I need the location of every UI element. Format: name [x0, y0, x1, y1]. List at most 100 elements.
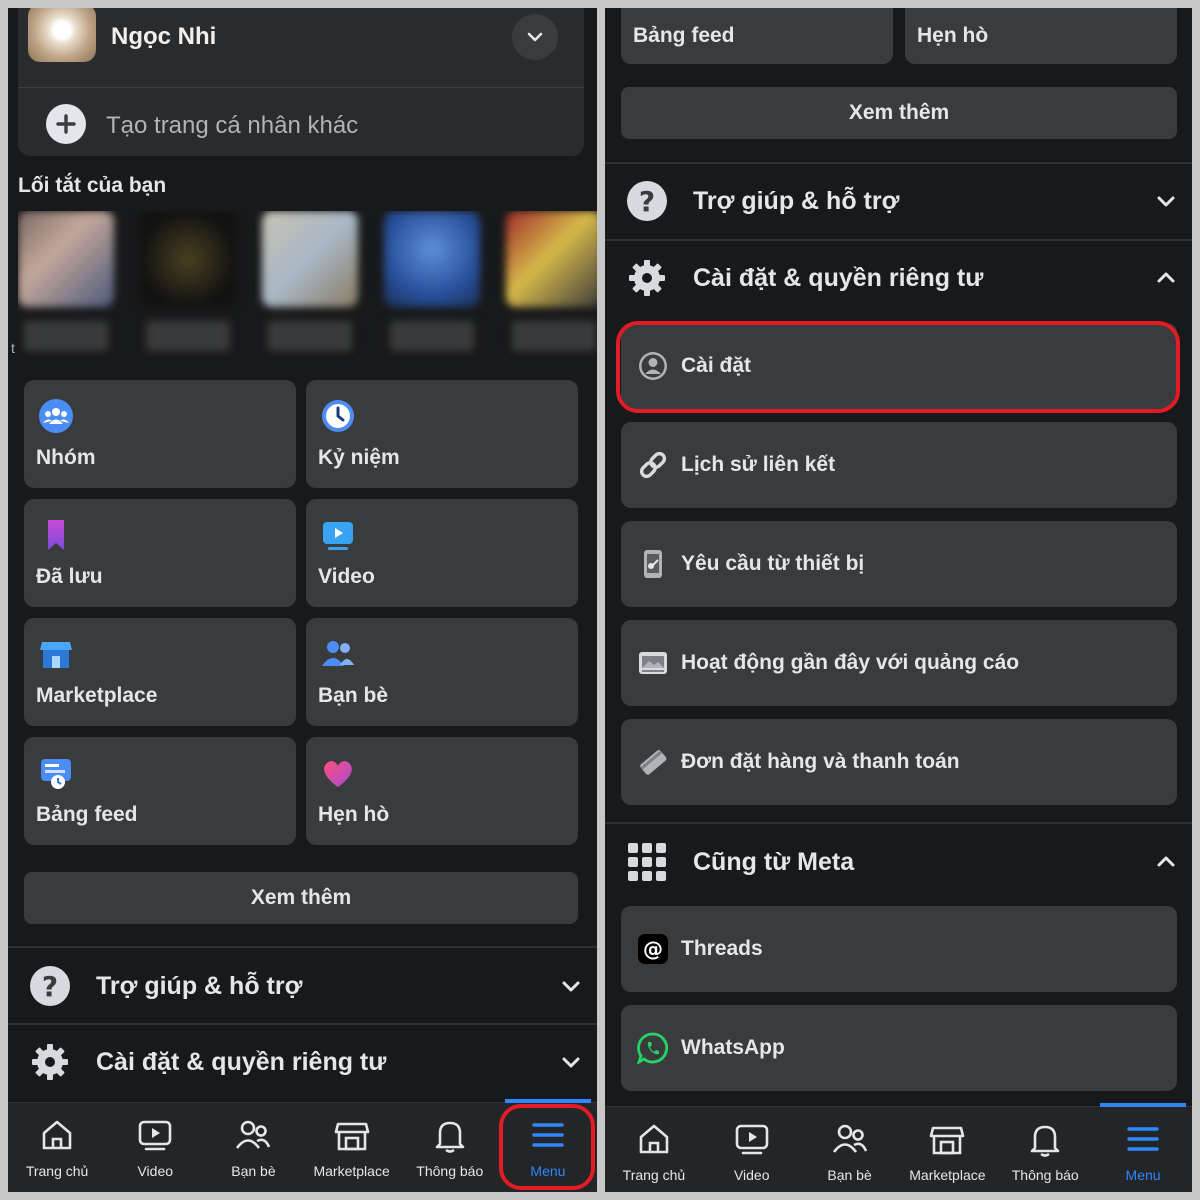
profile-card: Ngọc Nhi Tạo trang cá nhân khác	[18, 8, 584, 156]
menu-hamburger-icon	[1123, 1119, 1163, 1159]
settings-item-label: Lịch sử liên kết	[681, 453, 836, 476]
marketplace-store-icon	[40, 642, 72, 668]
tab-label: Video	[733, 1167, 770, 1183]
tile-video[interactable]: Video	[306, 499, 578, 607]
help-support-row[interactable]: ? Trợ giúp & hỗ trợ	[30, 950, 597, 1022]
tile-label: Marketplace	[36, 684, 158, 707]
bottom-tab-bar: Trang chủ Video Bạn bè Marketplace Thông…	[605, 1103, 1192, 1192]
marketplace-tab-icon	[332, 1115, 372, 1155]
tile-dating[interactable]: Hẹn hò	[306, 737, 578, 845]
shortcuts-title: Lối tắt của bạn	[18, 174, 167, 197]
marketplace-tab-icon	[927, 1119, 967, 1159]
tile-label: Nhóm	[36, 446, 96, 469]
shortcut-item[interactable]	[140, 211, 236, 361]
settings-privacy-label: Cài đặt & quyền riêng tư	[96, 1047, 387, 1076]
tab-marketplace[interactable]: Marketplace	[898, 1107, 996, 1192]
profile-switch-button[interactable]	[512, 14, 558, 60]
shortcut-item[interactable]	[506, 211, 597, 361]
tab-label: Thông báo	[416, 1163, 484, 1179]
right-menu-screen: Bảng feed Hẹn hò Xem thêm ? Trợ giúp & h…	[605, 8, 1192, 1192]
tile-label: Đã lưu	[36, 565, 103, 588]
settings-privacy-row[interactable]: Cài đặt & quyền riêng tư	[30, 1026, 597, 1098]
bell-icon	[430, 1115, 470, 1155]
profile-name[interactable]: Ngọc Nhi	[111, 23, 216, 51]
ad-activity-icon	[637, 647, 669, 679]
divider	[18, 87, 584, 88]
saved-bookmark-icon	[48, 520, 64, 550]
tile-label: Bảng feed	[36, 803, 138, 826]
tab-home[interactable]: Trang chủ	[8, 1103, 106, 1192]
tab-friends[interactable]: Bạn bè	[204, 1103, 302, 1192]
tile-friends[interactable]: Bạn bè	[306, 618, 578, 726]
tile-marketplace[interactable]: Marketplace	[24, 618, 296, 726]
groups-icon	[39, 399, 73, 433]
chevron-down-icon	[562, 981, 580, 992]
tab-notifications[interactable]: Thông báo	[996, 1107, 1094, 1192]
tile-groups[interactable]: Nhóm	[24, 380, 296, 488]
gear-icon	[627, 258, 667, 298]
help-support-label: Trợ giúp & hỗ trợ	[693, 186, 900, 215]
tab-label: Thông báo	[1011, 1167, 1079, 1183]
bell-icon	[1025, 1119, 1065, 1159]
shortcuts-row	[18, 211, 597, 361]
tile-feeds[interactable]: Bảng feed	[24, 737, 296, 845]
apps-grid-icon	[627, 842, 667, 882]
settings-item-ad-activity[interactable]: Hoạt động gần đây với quảng cáo	[621, 620, 1177, 706]
meta-apps-row[interactable]: Cũng từ Meta	[627, 826, 1192, 898]
chevron-down-icon	[1157, 196, 1175, 207]
tab-friends[interactable]: Bạn bè	[801, 1107, 899, 1192]
video-play-icon	[323, 522, 353, 550]
settings-privacy-row[interactable]: Cài đặt & quyền riêng tư	[627, 242, 1192, 314]
tile-dating[interactable]: Hẹn hò	[905, 8, 1177, 64]
tab-home[interactable]: Trang chủ	[605, 1107, 703, 1192]
settings-privacy-label: Cài đặt & quyền riêng tư	[693, 263, 984, 292]
friends-tab-icon	[233, 1115, 273, 1155]
tab-label: Video	[137, 1163, 174, 1179]
meta-item-whatsapp[interactable]: WhatsApp	[621, 1005, 1177, 1091]
divider	[605, 822, 1192, 824]
see-more-button[interactable]: Xem thêm	[621, 87, 1177, 139]
memories-clock-icon	[322, 400, 354, 432]
settings-item-device-requests[interactable]: Yêu cầu từ thiết bị	[621, 521, 1177, 607]
whatsapp-icon	[637, 1032, 669, 1064]
create-profile-link[interactable]: Tạo trang cá nhân khác	[106, 112, 358, 140]
plus-icon[interactable]	[46, 104, 86, 144]
avatar[interactable]	[28, 8, 96, 62]
tile-feeds[interactable]: Bảng feed	[621, 8, 893, 64]
divider	[605, 239, 1192, 241]
shortcut-item[interactable]	[262, 211, 358, 361]
svg-text:@: @	[643, 937, 663, 961]
tab-label: Trang chủ	[622, 1167, 686, 1183]
chevron-down-icon	[562, 1057, 580, 1068]
home-icon	[634, 1119, 674, 1159]
tab-video[interactable]: Video	[703, 1107, 801, 1192]
settings-item-label: Đơn đặt hàng và thanh toán	[681, 750, 960, 773]
divider	[8, 946, 597, 948]
shortcut-item[interactable]	[18, 211, 114, 361]
tab-marketplace[interactable]: Marketplace	[303, 1103, 401, 1192]
tab-video[interactable]: Video	[106, 1103, 204, 1192]
tab-notifications[interactable]: Thông báo	[401, 1103, 499, 1192]
tab-menu[interactable]: Menu	[1094, 1103, 1192, 1192]
tile-label: Bạn bè	[318, 684, 389, 707]
settings-item-orders-payments[interactable]: Đơn đặt hàng và thanh toán	[621, 719, 1177, 805]
left-menu-screen: Ngọc Nhi Tạo trang cá nhân khác Lối tắt …	[8, 8, 597, 1192]
tab-label: Menu	[1125, 1167, 1161, 1183]
tile-label: Kỷ niệm	[318, 446, 400, 469]
divider	[8, 1023, 597, 1025]
video-tab-icon	[135, 1115, 175, 1155]
see-more-button[interactable]: Xem thêm	[24, 872, 578, 924]
meta-item-threads[interactable]: @ Threads	[621, 906, 1177, 992]
tile-memories[interactable]: Kỷ niệm	[306, 380, 578, 488]
shortcut-item[interactable]	[384, 211, 480, 361]
tab-label: Bạn bè	[231, 1163, 276, 1179]
help-support-row[interactable]: ? Trợ giúp & hỗ trợ	[627, 165, 1192, 237]
feeds-icon	[41, 759, 71, 789]
tile-label: Hẹn hò	[917, 24, 989, 47]
settings-item-label: Hoạt động gần đây với quảng cáo	[681, 651, 1020, 674]
link-icon	[637, 449, 669, 481]
tile-saved[interactable]: Đã lưu	[24, 499, 296, 607]
shortcut-stray-text: t	[11, 340, 15, 356]
device-request-icon	[637, 548, 669, 580]
settings-item-link-history[interactable]: Lịch sử liên kết	[621, 422, 1177, 508]
